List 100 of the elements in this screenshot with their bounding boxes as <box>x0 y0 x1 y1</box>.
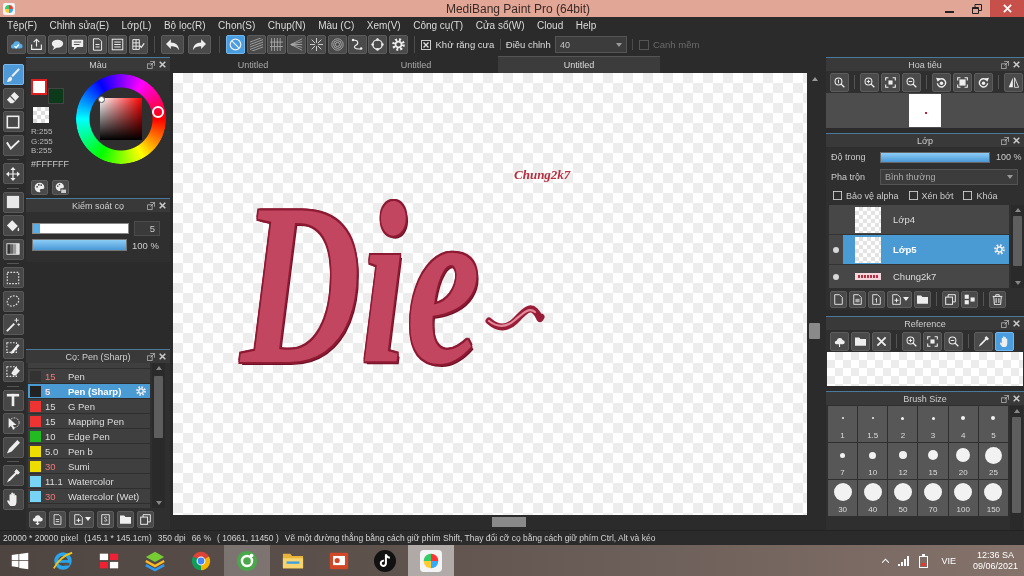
list-button[interactable] <box>108 35 128 54</box>
brush-size-field[interactable]: 5 <box>134 221 160 236</box>
close-icon[interactable] <box>159 61 166 68</box>
clock-date[interactable]: 09/06/2021 <box>972 560 1018 572</box>
brush-item[interactable]: 11.1 Watercolor <box>28 474 150 489</box>
cloud-check-button[interactable] <box>7 35 26 54</box>
page-button[interactable] <box>49 510 66 528</box>
folder-button[interactable] <box>914 290 931 308</box>
brush-size-preset[interactable]: 12 <box>888 443 918 479</box>
transparent-swatch-icon[interactable] <box>33 107 49 123</box>
menu-item[interactable]: Bộ lọc(R) <box>163 19 206 31</box>
page-pattern-button[interactable] <box>849 290 866 308</box>
speech-bubble-button[interactable] <box>47 35 67 54</box>
layer-opacity-slider[interactable] <box>880 151 990 163</box>
signal-icon[interactable] <box>898 555 911 566</box>
close-icon[interactable] <box>1013 320 1020 327</box>
fit-frame-button[interactable] <box>881 72 900 92</box>
brush-item[interactable]: 15 Mapping Pen <box>28 414 150 429</box>
zoom-actual-button[interactable] <box>830 72 849 92</box>
magic-wand-tool[interactable] <box>2 314 24 335</box>
vertical-scrollbar[interactable] <box>1011 205 1024 288</box>
menu-item[interactable]: Chụp(N) <box>267 19 306 31</box>
trash-button[interactable] <box>989 290 1006 308</box>
language-indicator[interactable]: VIE <box>941 555 956 566</box>
scrollbar-thumb[interactable] <box>1012 417 1021 513</box>
scroll-up-icon[interactable] <box>811 77 818 81</box>
menu-item[interactable]: Màu (C) <box>318 19 355 31</box>
menu-item[interactable]: Help <box>575 19 597 31</box>
pointer-tool[interactable] <box>2 413 24 434</box>
brush-item[interactable]: 10 Edge Pen <box>28 429 150 444</box>
settings-icon[interactable] <box>994 244 1005 255</box>
undock-icon[interactable] <box>1001 394 1009 403</box>
brush-size-preset[interactable]: 4 <box>948 406 978 442</box>
merge-button[interactable] <box>961 290 978 308</box>
color-swatch-icon[interactable] <box>48 88 64 104</box>
parallel-lines-button[interactable] <box>246 35 266 54</box>
menu-item[interactable]: Cloud <box>537 19 564 31</box>
brush-size-preset[interactable]: 5 <box>978 406 1008 442</box>
brush-size-preset[interactable]: 20 <box>948 443 978 479</box>
brush-item[interactable]: 30 Sumi <box>28 459 150 474</box>
close-icon[interactable] <box>159 353 166 360</box>
color-swatch-icon[interactable] <box>31 79 47 95</box>
no-snap-button[interactable] <box>226 35 246 54</box>
converging-lines-button[interactable] <box>287 35 307 54</box>
zoom-out-button[interactable] <box>944 331 963 351</box>
brush-size-preset[interactable]: 10 <box>858 443 888 479</box>
folder-button[interactable] <box>117 510 134 528</box>
scroll-up-icon[interactable] <box>1014 208 1021 212</box>
scroll-up-icon[interactable] <box>1013 409 1020 413</box>
radial-lines-button[interactable] <box>307 35 327 54</box>
scrollbar-thumb[interactable] <box>154 376 163 438</box>
document-tab[interactable]: Untitled <box>172 56 334 73</box>
selection-eraser-tool[interactable] <box>2 361 24 382</box>
move-tool[interactable] <box>2 163 24 184</box>
page-plus-button[interactable] <box>887 290 912 308</box>
brush-size-preset[interactable]: 1.5 <box>858 406 888 442</box>
square-outline-tool[interactable] <box>2 111 24 132</box>
brush-tool[interactable] <box>2 64 24 85</box>
circle-points-button[interactable] <box>368 35 388 54</box>
brush-size-preset[interactable]: 100 <box>948 480 978 516</box>
page-one-button[interactable] <box>868 290 885 308</box>
close-button[interactable] <box>872 331 891 351</box>
menu-item[interactable]: Lớp(L) <box>121 19 152 31</box>
scrollbar-thumb[interactable] <box>492 516 526 527</box>
saturation-value-square[interactable] <box>100 98 142 140</box>
visibility-toggle[interactable] <box>829 205 843 234</box>
page-script-button[interactable] <box>97 510 114 528</box>
scroll-down-icon[interactable] <box>155 501 162 505</box>
battery-icon[interactable] <box>919 553 929 568</box>
undock-icon[interactable] <box>1001 60 1009 69</box>
undock-icon[interactable] <box>147 352 155 361</box>
scrollbar-thumb[interactable] <box>809 323 820 339</box>
brush-size-preset[interactable]: 7 <box>828 443 858 479</box>
option-checkbox[interactable] <box>908 191 918 200</box>
settings-button[interactable] <box>388 35 408 54</box>
option-checkbox[interactable] <box>963 191 973 200</box>
copy-button[interactable] <box>137 510 154 528</box>
zoom-out-button[interactable] <box>902 72 921 92</box>
vertical-scrollbar[interactable] <box>1010 406 1023 530</box>
share-button[interactable] <box>27 35 47 54</box>
menu-item[interactable]: Chỉnh sửa(E) <box>49 19 109 31</box>
document-tab[interactable]: Untitled <box>498 56 660 73</box>
rotate-left-button[interactable] <box>932 72 951 92</box>
page-button[interactable] <box>88 35 108 54</box>
scrollbar-thumb[interactable] <box>1013 216 1022 266</box>
concentric-circles-button[interactable] <box>327 35 347 54</box>
document-tab[interactable]: Untitled <box>335 56 497 73</box>
brush-size-preset[interactable]: 40 <box>858 480 888 516</box>
curve-button[interactable] <box>348 35 368 54</box>
option-checkbox[interactable] <box>833 191 842 200</box>
hue-handle[interactable] <box>152 106 164 118</box>
new-page-button[interactable] <box>830 290 847 308</box>
brush-size-preset[interactable]: 30 <box>828 480 858 516</box>
eraser-tool[interactable] <box>2 87 24 109</box>
undock-icon[interactable] <box>147 201 155 210</box>
dashed-ellipse-tool[interactable] <box>2 290 24 312</box>
layer-item[interactable]: Lớp4 <box>843 205 1009 234</box>
vertical-scrollbar[interactable] <box>152 363 165 508</box>
undock-icon[interactable] <box>1001 136 1009 145</box>
visibility-toggle[interactable] <box>829 265 843 288</box>
